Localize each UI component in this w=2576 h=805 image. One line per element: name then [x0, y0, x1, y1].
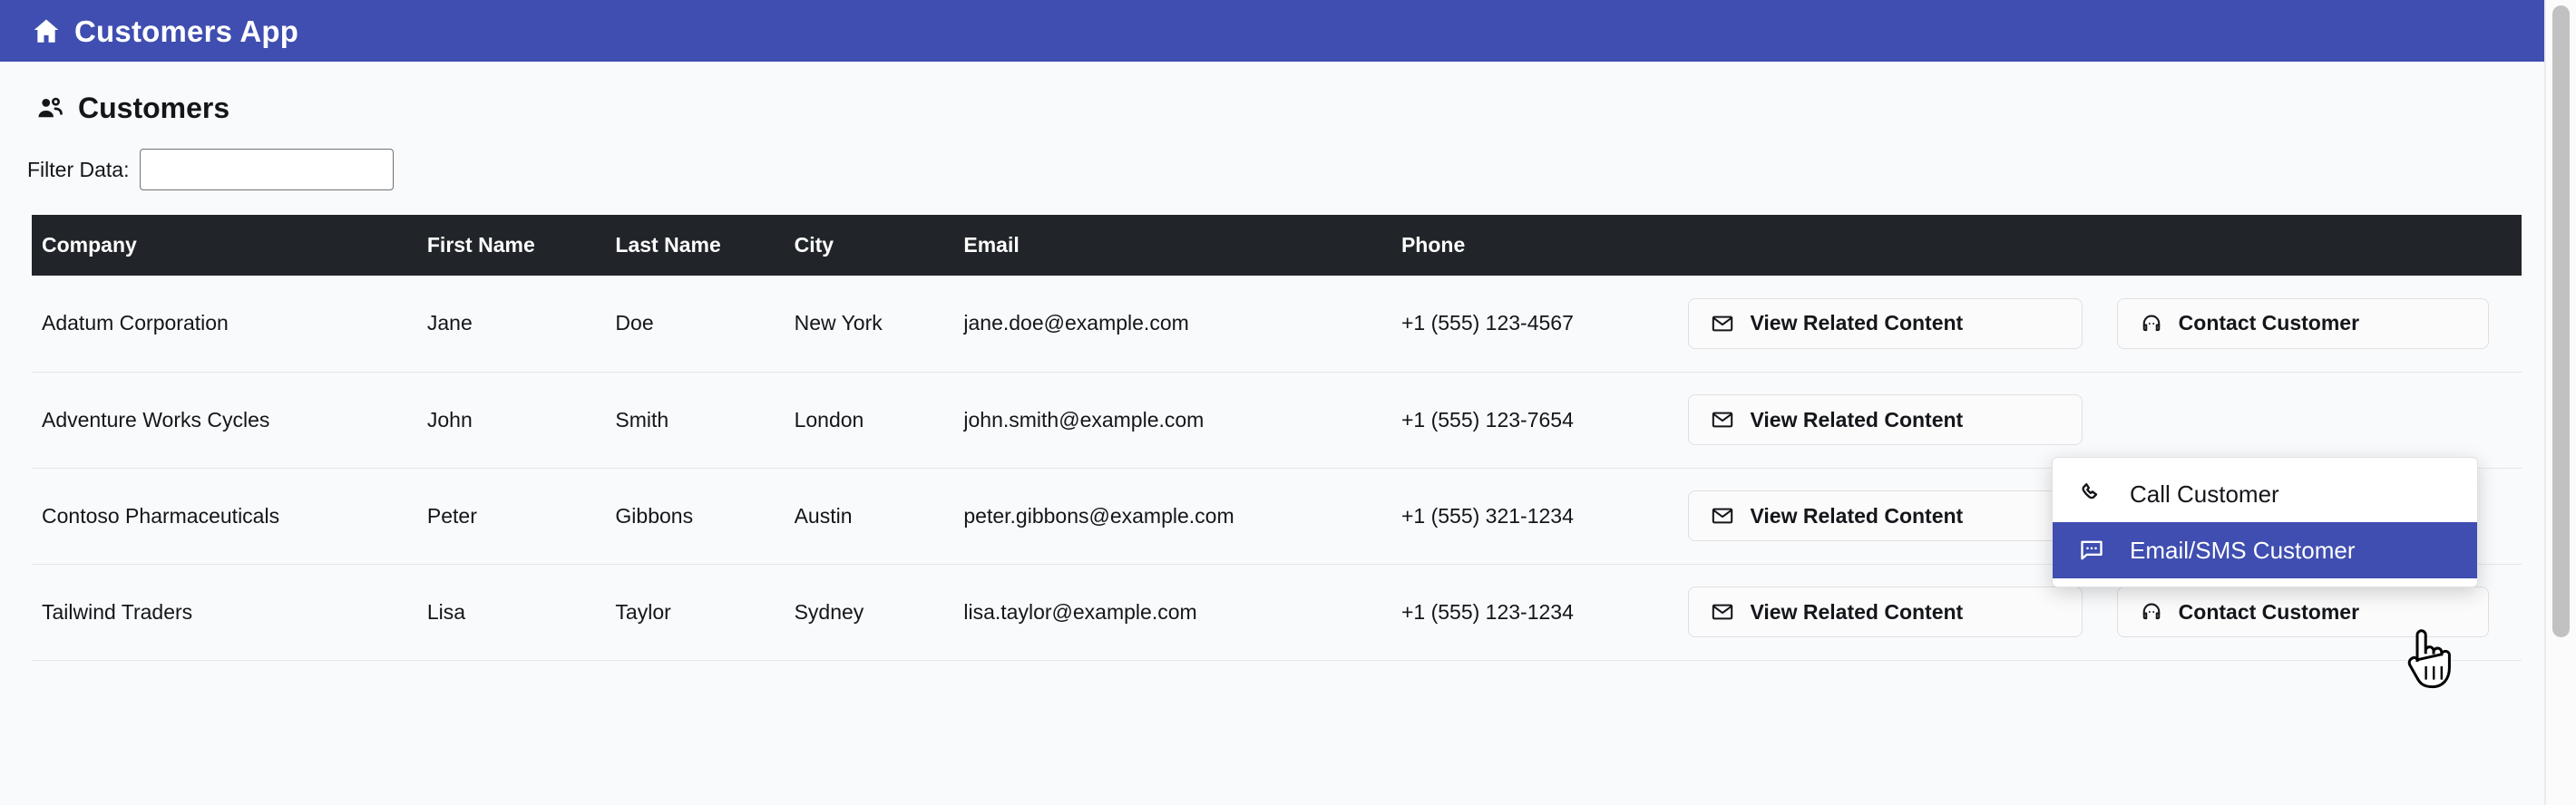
cell-phone: +1 (555) 123-1234 [1400, 564, 1689, 661]
filter-label: Filter Data: [27, 157, 130, 181]
cell-first-name: Jane [426, 276, 616, 373]
app-root: Customers App Customers Filter Data: Com… [0, 0, 2576, 805]
cell-company: Adatum Corporation [32, 276, 427, 373]
menu-item-call-customer[interactable]: Call Customer [2053, 466, 2477, 522]
chat-bubble-dots-icon [2078, 537, 2105, 564]
cell-company: Adventure Works Cycles [32, 372, 427, 469]
envelope-icon [1711, 600, 1734, 624]
column-header-company[interactable]: Company [32, 215, 427, 276]
contact-customer-button[interactable]: Contact Customer [2116, 587, 2489, 637]
contact-customer-label: Contact Customer [2178, 311, 2360, 335]
cell-city: London [794, 372, 964, 469]
filter-input[interactable] [140, 149, 395, 190]
customers-table-container: Company First Name Last Name City Email … [32, 215, 2522, 661]
cell-city: Austin [794, 468, 964, 565]
phone-icon [2078, 480, 2105, 508]
page-title: Customers [78, 92, 230, 124]
view-related-content-button[interactable]: View Related Content [1688, 394, 2083, 445]
menu-item-call-customer-label: Call Customer [2130, 480, 2279, 508]
cell-actions-contact: Contact Customer [2116, 276, 2522, 373]
cell-email: peter.gibbons@example.com [963, 468, 1401, 565]
table-header-row: Company First Name Last Name City Email … [32, 215, 2522, 276]
cell-first-name: John [426, 372, 616, 469]
headset-icon [2140, 312, 2163, 335]
view-related-content-label: View Related Content [1750, 311, 1964, 335]
cell-email: lisa.taylor@example.com [963, 564, 1401, 661]
scrollbar-thumb[interactable] [2552, 5, 2570, 637]
cell-last-name: Taylor [615, 564, 795, 661]
cell-last-name: Doe [615, 276, 795, 373]
cell-company: Tailwind Traders [32, 564, 427, 661]
contact-customer-dropdown-menu: Call Customer Email/SMS Customer [2052, 457, 2478, 587]
cell-city: New York [794, 276, 964, 373]
envelope-icon [1711, 408, 1734, 432]
column-header-actions-1 [1688, 215, 2117, 276]
table-row: Adventure Works Cycles John Smith London… [32, 372, 2522, 469]
contact-customer-label: Contact Customer [2178, 599, 2360, 624]
cell-email: jane.doe@example.com [963, 276, 1401, 373]
column-header-actions-2 [2116, 215, 2522, 276]
cell-actions-contact [2116, 372, 2522, 469]
contact-customer-button[interactable]: Contact Customer [2116, 297, 2489, 349]
view-related-content-label: View Related Content [1750, 599, 1964, 624]
vertical-scrollbar[interactable] [2545, 0, 2576, 805]
column-header-city[interactable]: City [794, 215, 964, 276]
table-header: Company First Name Last Name City Email … [32, 215, 2522, 276]
menu-item-email-sms-customer-label: Email/SMS Customer [2130, 537, 2356, 564]
cell-first-name: Lisa [426, 564, 616, 661]
cell-company: Contoso Pharmaceuticals [32, 468, 427, 565]
view-related-content-label: View Related Content [1750, 407, 1964, 432]
view-related-content-button[interactable]: View Related Content [1688, 297, 2083, 349]
people-group-icon [34, 92, 65, 123]
cell-last-name: Smith [615, 372, 795, 469]
app-title: Customers App [74, 14, 299, 48]
column-header-email[interactable]: Email [963, 215, 1401, 276]
cell-last-name: Gibbons [615, 468, 795, 565]
view-related-content-button[interactable]: View Related Content [1688, 490, 2083, 541]
cell-phone: +1 (555) 321-1234 [1400, 468, 1689, 565]
column-header-last-name[interactable]: Last Name [615, 215, 795, 276]
customers-table: Company First Name Last Name City Email … [32, 215, 2522, 661]
view-related-content-label: View Related Content [1750, 503, 1964, 528]
view-related-content-button[interactable]: View Related Content [1688, 587, 2083, 637]
page-body: Customers Filter Data: Company First Nam… [0, 62, 2545, 805]
cell-phone: +1 (555) 123-4567 [1400, 276, 1689, 373]
cell-city: Sydney [794, 564, 964, 661]
envelope-icon [1711, 504, 1734, 528]
envelope-icon [1711, 312, 1734, 335]
cell-email: john.smith@example.com [963, 372, 1401, 469]
table-row: Adatum Corporation Jane Doe New York jan… [32, 276, 2522, 373]
app-header: Customers App [0, 0, 2545, 62]
section-header: Customers [0, 62, 2545, 123]
cell-first-name: Peter [426, 468, 616, 565]
menu-item-email-sms-customer[interactable]: Email/SMS Customer [2053, 522, 2477, 578]
column-header-first-name[interactable]: First Name [426, 215, 616, 276]
column-header-phone[interactable]: Phone [1400, 215, 1689, 276]
cell-phone: +1 (555) 123-7654 [1400, 372, 1689, 469]
home-icon [31, 15, 62, 46]
headset-icon [2140, 600, 2163, 624]
filter-row: Filter Data: [0, 123, 2545, 190]
cell-actions-view: View Related Content [1688, 276, 2117, 373]
cell-actions-view: View Related Content [1688, 372, 2117, 469]
